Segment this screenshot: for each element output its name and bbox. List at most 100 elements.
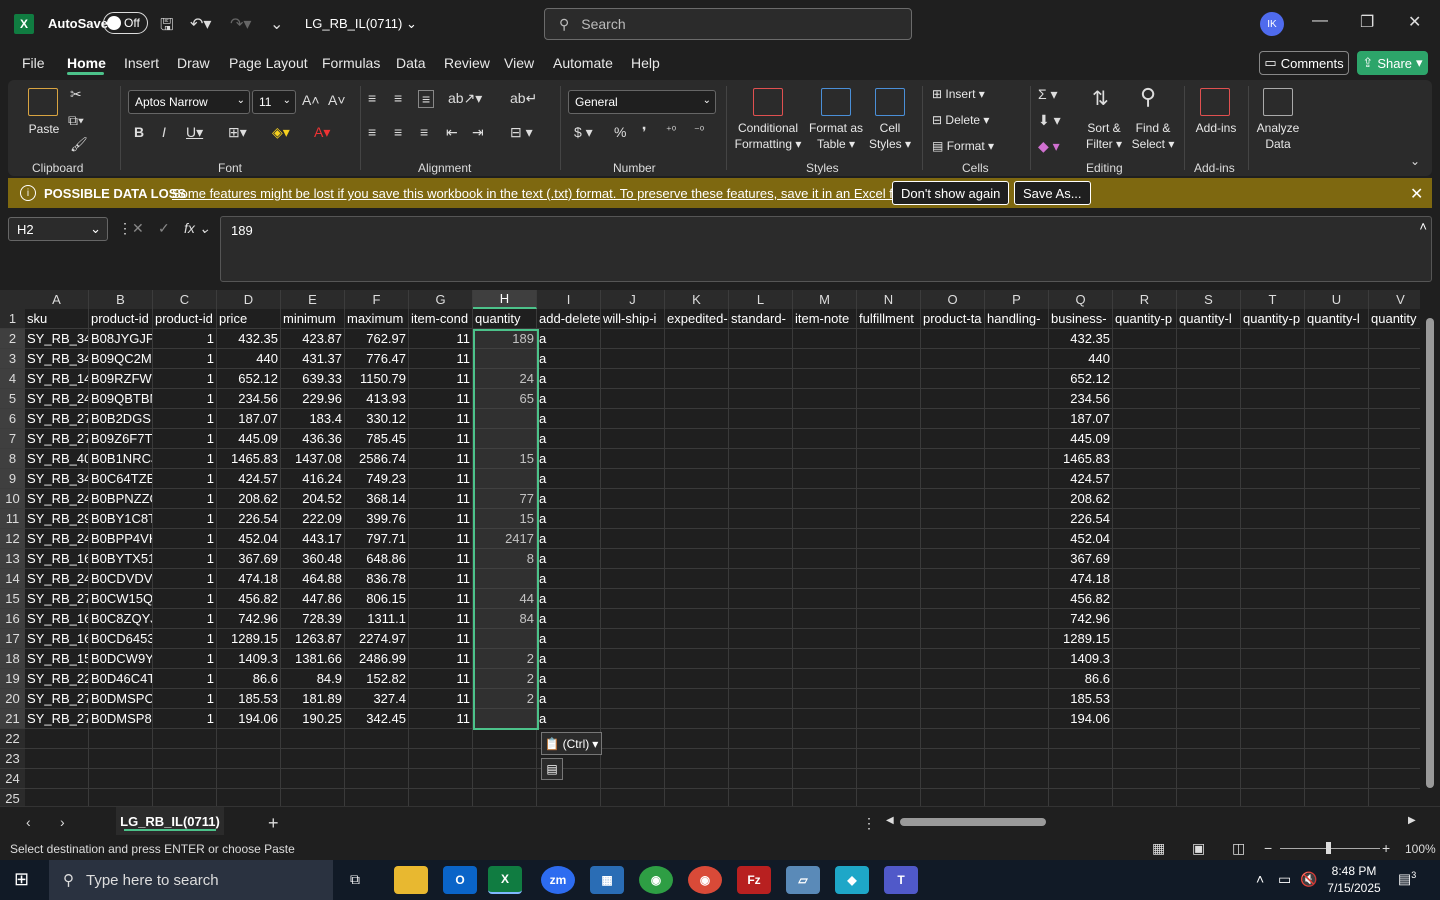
- empty-cell[interactable]: [793, 589, 857, 609]
- empty-cell[interactable]: [985, 409, 1049, 429]
- cell-a21[interactable]: SY_RB_27E: [25, 709, 89, 729]
- empty-cell[interactable]: [1369, 589, 1420, 609]
- empty-cell[interactable]: [1049, 769, 1113, 789]
- cell-g3[interactable]: 11: [409, 349, 473, 369]
- empty-cell[interactable]: [1369, 689, 1420, 709]
- cell-b20[interactable]: B0DMSPC: [89, 689, 153, 709]
- empty-cell[interactable]: [217, 749, 281, 769]
- empty-cell[interactable]: [857, 329, 921, 349]
- collapse-ribbon-icon[interactable]: ⌄: [1410, 154, 1420, 168]
- empty-cell[interactable]: [857, 509, 921, 529]
- empty-cell[interactable]: [601, 549, 665, 569]
- empty-cell[interactable]: [601, 489, 665, 509]
- empty-cell[interactable]: [1305, 529, 1369, 549]
- analyze-data-icon[interactable]: [1263, 88, 1293, 116]
- row-header-2[interactable]: 2: [0, 329, 25, 349]
- empty-cell[interactable]: [857, 709, 921, 729]
- empty-cell[interactable]: [1241, 689, 1305, 709]
- comma-icon[interactable]: ❜: [642, 124, 647, 141]
- empty-cell[interactable]: [409, 769, 473, 789]
- cell-q12[interactable]: 452.04: [1049, 529, 1113, 549]
- empty-cell[interactable]: [153, 769, 217, 789]
- empty-cell[interactable]: [985, 429, 1049, 449]
- empty-cell[interactable]: [921, 449, 985, 469]
- empty-cell[interactable]: [921, 469, 985, 489]
- underline-icon[interactable]: U▾: [186, 124, 203, 141]
- cell-q18[interactable]: 1409.3: [1049, 649, 1113, 669]
- empty-cell[interactable]: [665, 649, 729, 669]
- cell-c3[interactable]: 1: [153, 349, 217, 369]
- cell-f11[interactable]: 399.76: [345, 509, 409, 529]
- empty-cell[interactable]: [601, 509, 665, 529]
- empty-cell[interactable]: [1113, 549, 1177, 569]
- empty-cell[interactable]: [985, 589, 1049, 609]
- empty-cell[interactable]: [1177, 489, 1241, 509]
- cell-c15[interactable]: 1: [153, 589, 217, 609]
- cell-e6[interactable]: 183.4: [281, 409, 345, 429]
- empty-cell[interactable]: [729, 689, 793, 709]
- empty-cell[interactable]: [921, 669, 985, 689]
- empty-cell[interactable]: [1369, 529, 1420, 549]
- empty-cell[interactable]: [1113, 729, 1177, 749]
- header-cell-i[interactable]: add-delete: [537, 309, 601, 329]
- zoom-in-icon[interactable]: +: [1382, 840, 1390, 856]
- empty-cell[interactable]: [1305, 749, 1369, 769]
- row-header-24[interactable]: 24: [0, 769, 25, 789]
- empty-cell[interactable]: [793, 749, 857, 769]
- enter-formula-icon[interactable]: ✓: [158, 220, 170, 237]
- cell-i19[interactable]: a: [537, 669, 601, 689]
- empty-cell[interactable]: [601, 629, 665, 649]
- row-header-14[interactable]: 14: [0, 569, 25, 589]
- cell-d9[interactable]: 424.57: [217, 469, 281, 489]
- empty-cell[interactable]: [729, 769, 793, 789]
- empty-cell[interactable]: [857, 769, 921, 789]
- empty-cell[interactable]: [985, 529, 1049, 549]
- header-cell-p[interactable]: handling-: [985, 309, 1049, 329]
- empty-cell[interactable]: [601, 589, 665, 609]
- header-cell-e[interactable]: minimum: [281, 309, 345, 329]
- empty-cell[interactable]: [665, 489, 729, 509]
- share-button[interactable]: ⇪ Share ▾: [1357, 51, 1428, 75]
- empty-cell[interactable]: [1241, 729, 1305, 749]
- row-header-20[interactable]: 20: [0, 689, 25, 709]
- empty-cell[interactable]: [857, 389, 921, 409]
- empty-cell[interactable]: [1241, 389, 1305, 409]
- empty-cell[interactable]: [601, 569, 665, 589]
- empty-cell[interactable]: [1305, 609, 1369, 629]
- empty-cell[interactable]: [793, 489, 857, 509]
- empty-cell[interactable]: [1369, 629, 1420, 649]
- empty-cell[interactable]: [1113, 489, 1177, 509]
- column-header-c[interactable]: C: [153, 290, 217, 309]
- empty-cell[interactable]: [1241, 349, 1305, 369]
- cell-i14[interactable]: a: [537, 569, 601, 589]
- row-header-10[interactable]: 10: [0, 489, 25, 509]
- empty-cell[interactable]: [1305, 469, 1369, 489]
- empty-cell[interactable]: [793, 729, 857, 749]
- empty-cell[interactable]: [281, 749, 345, 769]
- cell-b5[interactable]: B09QBTBN: [89, 389, 153, 409]
- autosum-icon[interactable]: Σ ▾: [1038, 86, 1058, 103]
- column-header-f[interactable]: F: [345, 290, 409, 309]
- select-all-corner[interactable]: [0, 290, 25, 309]
- empty-cell[interactable]: [601, 669, 665, 689]
- empty-cell[interactable]: [793, 649, 857, 669]
- comments-button[interactable]: ▭ Comments: [1259, 51, 1349, 75]
- save-icon[interactable]: 🖫: [160, 14, 174, 41]
- header-cell-l[interactable]: standard-: [729, 309, 793, 329]
- cell-styles-button[interactable]: Cell Styles ▾: [866, 120, 914, 152]
- increase-indent-icon[interactable]: ⇥: [472, 124, 484, 141]
- cell-q6[interactable]: 187.07: [1049, 409, 1113, 429]
- sort-filter-icon[interactable]: ⇅: [1092, 86, 1109, 111]
- empty-cell[interactable]: [1177, 369, 1241, 389]
- cell-c17[interactable]: 1: [153, 629, 217, 649]
- windows-start-icon[interactable]: ⊞: [14, 869, 29, 890]
- cell-d21[interactable]: 194.06: [217, 709, 281, 729]
- empty-cell[interactable]: [1241, 469, 1305, 489]
- row-header-9[interactable]: 9: [0, 469, 25, 489]
- header-cell-a[interactable]: sku: [25, 309, 89, 329]
- empty-cell[interactable]: [89, 749, 153, 769]
- find-select-button[interactable]: Find & Select ▾: [1128, 120, 1178, 152]
- delete-cells-button[interactable]: ⊟ Delete ▾: [932, 112, 989, 128]
- empty-cell[interactable]: [1113, 669, 1177, 689]
- empty-cell[interactable]: [793, 449, 857, 469]
